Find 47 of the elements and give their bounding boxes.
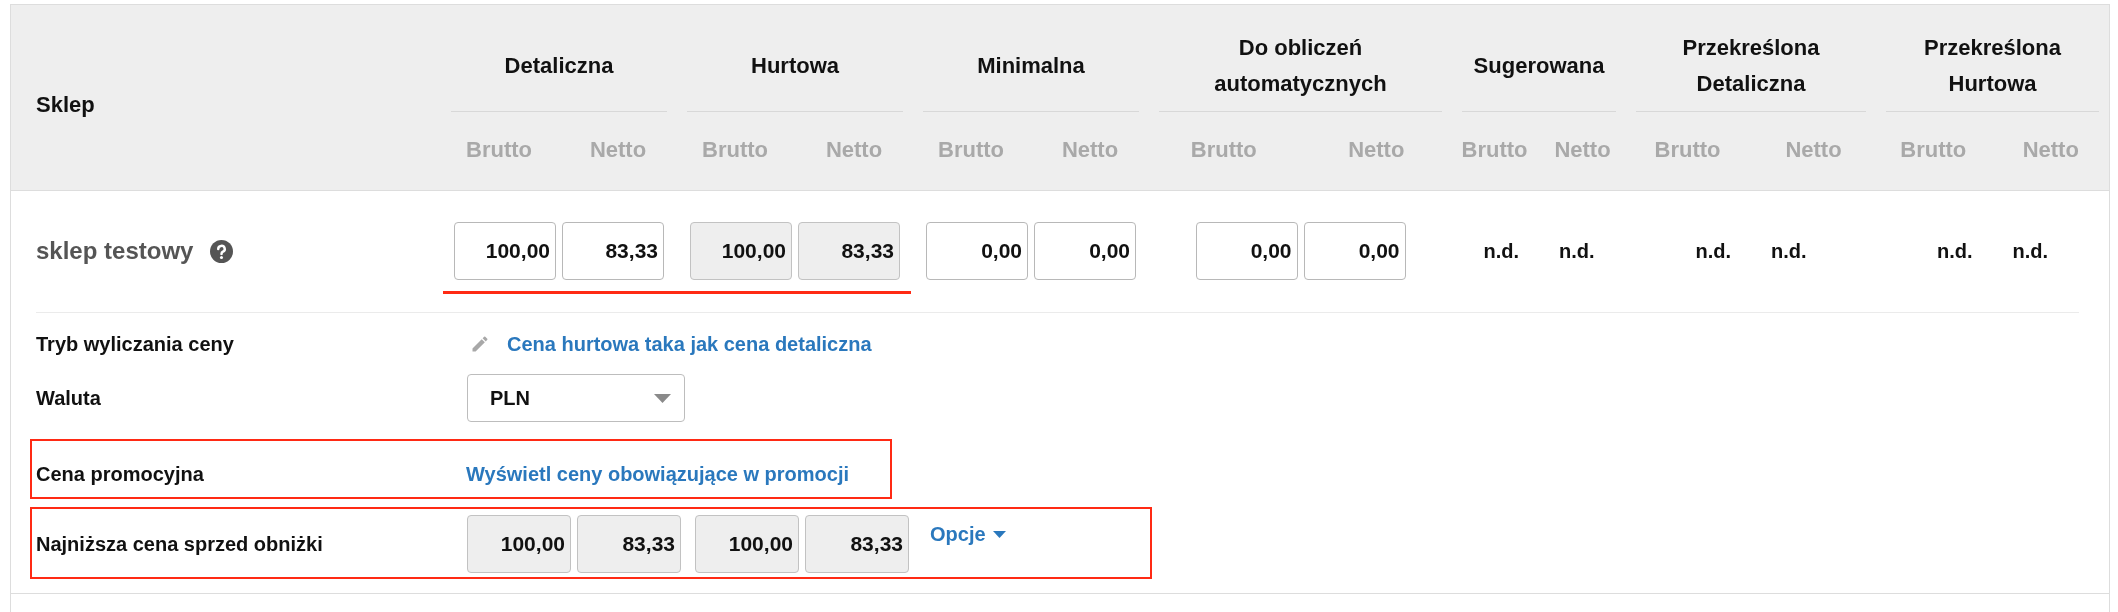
field-label: Waluta: [36, 386, 102, 411]
subheader: Brutto: [938, 136, 1004, 164]
subheader: Netto: [1061, 136, 1119, 164]
table-cell-text: n.d.: [2012, 239, 2049, 264]
caret-icon: [654, 393, 671, 403]
price-input[interactable]: 0,00: [926, 222, 1028, 280]
field-label: Najniższa cena sprzed obniżki: [36, 532, 324, 557]
price-input[interactable]: 0,00: [1195, 222, 1298, 280]
subheader: Netto: [1785, 136, 1842, 164]
column-header: Przekreślona Detaliczna: [1681, 33, 1821, 98]
table-cell-text: n.d.: [1483, 239, 1519, 264]
price-input[interactable]: 0,00: [1303, 222, 1406, 280]
subheader: Brutto: [702, 136, 768, 164]
column-header: Detaliczna: [504, 51, 614, 80]
subheader: Brutto: [1190, 136, 1257, 164]
subheader: Brutto: [1900, 136, 1967, 164]
subheader: Brutto: [1461, 136, 1528, 164]
options-dropdown[interactable]: Opcje: [930, 519, 1006, 549]
column-header: Sugerowana: [1473, 51, 1605, 80]
shop-name: sklep testowy: [36, 236, 194, 266]
link[interactable]: Wyświetl ceny obowiązujące w promocji: [466, 459, 850, 489]
price-input[interactable]: 0,00: [1034, 222, 1136, 280]
subheader: Netto: [1348, 136, 1405, 164]
help-icon: [210, 239, 234, 263]
column-header: Do obliczeń automatycznych: [1213, 33, 1388, 98]
pencil-icon: [470, 334, 490, 354]
table-cell-text: n.d.: [1771, 239, 1807, 264]
subheader: Brutto: [1654, 136, 1721, 164]
subheader: Netto: [2022, 136, 2079, 164]
field-label: Tryb wyliczania ceny: [36, 332, 235, 357]
table-cell-text: n.d.: [1559, 239, 1595, 264]
column-header: Minimalna: [977, 51, 1085, 80]
price-input[interactable]: 83,33: [562, 222, 664, 280]
column-header: Hurtowa: [751, 51, 839, 80]
subheader: Netto: [825, 136, 883, 164]
table-cell-text: n.d.: [1936, 239, 1973, 264]
currency-select[interactable]: PLN: [467, 374, 685, 422]
subheader: Brutto: [466, 136, 532, 164]
price-input[interactable]: 100,00: [454, 222, 556, 280]
link[interactable]: Cena hurtowa taka jak cena detaliczna: [507, 329, 872, 359]
subheader: Netto: [589, 136, 647, 164]
column-header: Przekreślona Hurtowa: [1923, 33, 2062, 98]
caret-icon: [992, 530, 1006, 538]
field-label: Cena promocyjna: [36, 462, 205, 487]
subheader: Netto: [1554, 136, 1611, 164]
table-cell-text: n.d.: [1695, 239, 1731, 264]
column-header: Sklep: [36, 91, 95, 119]
